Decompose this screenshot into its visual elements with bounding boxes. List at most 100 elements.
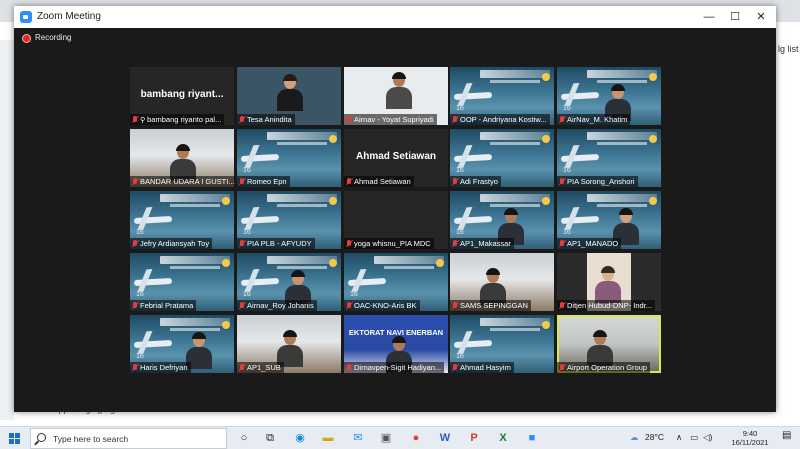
participant-tile[interactable]: 16 Haris Defriyan [130,315,234,373]
participant-video [277,74,303,111]
zoom-app-icon [20,11,32,23]
maximize-button[interactable]: ☐ [722,6,748,28]
clock-date: 16/11/2021 [731,438,769,447]
participant-video [480,268,506,305]
muted-mic-icon [132,302,138,309]
participant-tile[interactable]: 16 Febrial Pratama [130,253,234,311]
weather-temperature[interactable]: 28°C [645,432,664,442]
participant-name-label: Adi Frastyo [450,176,501,187]
weather-icon: ☁ [630,432,639,442]
participant-tile[interactable]: AP1_SUB [237,315,341,373]
participant-tile[interactable]: 16 Ahmad Hasyim [450,315,554,373]
participant-tile[interactable]: yoga whisnu_PIA MDC [344,191,448,249]
participant-name: PIA Sorong_Anshori [567,177,635,186]
taskbar-search-box[interactable]: Type here to search [30,428,227,449]
cortana-icon[interactable]: ○ [236,430,252,446]
muted-mic-icon [452,364,458,371]
participant-name: AP1_SUB [247,363,281,372]
participant-name: AirNav_M. Khatim [567,115,628,124]
participant-name: Haris Defriyan [140,363,188,372]
participant-tile[interactable]: Airnav - Yoyat Supriyadi [344,67,448,125]
store-icon[interactable]: ▣ [378,430,394,446]
muted-mic-icon [452,240,458,247]
participant-tile[interactable]: 16 Romeo Epn [237,129,341,187]
background-text: lg list [778,44,799,54]
participant-name-label: Febrial Pratama [130,300,197,311]
participant-name: OOP - Andriyana Kostiw... [460,115,547,124]
participant-name: Airnav - Yoyat Supriyadi [354,115,434,124]
participant-tile[interactable]: EKTORAT NAVI ENERBAN Dirnavpen-Sigit Hadi… [344,315,448,373]
minimize-button[interactable]: — [696,6,722,28]
participant-name: Tesa Anindita [247,115,292,124]
participant-video [170,144,196,181]
participant-name-label: yoga whisnu_PIA MDC [344,238,434,249]
participant-tile[interactable]: 16 OOP - Andriyana Kostiw... [450,67,554,125]
zoom-meeting-window: Zoom Meeting — ☐ ✕ Recording bambang riy… [14,6,776,412]
participant-name: Romeo Epn [247,177,287,186]
edge-browser-icon[interactable]: ◉ [292,430,308,446]
muted-mic-icon [346,178,352,185]
close-button[interactable]: ✕ [748,6,774,28]
muted-mic-icon [239,240,245,247]
network-icon[interactable]: ▭ [690,432,698,443]
participant-video [386,72,412,109]
muted-mic-icon [452,178,458,185]
muted-mic-icon [239,302,245,309]
chrome-icon[interactable]: ● [408,430,424,446]
muted-mic-icon [346,302,352,309]
muted-mic-icon [132,240,138,247]
participant-name-label: OAC-KNO-Aris BK [344,300,420,311]
notifications-icon[interactable]: ▤ [782,430,791,441]
zoom-taskbar-icon[interactable]: ■ [524,430,540,446]
participant-tile[interactable]: 16 OAC-KNO-Aris BK [344,253,448,311]
muted-mic-icon [346,116,352,123]
muted-mic-icon [239,178,245,185]
muted-mic-icon [559,178,565,185]
participant-tile[interactable]: bambang riyant... ⚲ bambang riyanto pal... [130,67,234,125]
participant-name-label: PIA Sorong_Anshori [557,176,638,187]
participant-name-label: AP1_SUB [237,362,284,373]
participant-name: SAMS SEPINGGAN [460,301,528,310]
participant-name: Airnav_Roy Johanis [247,301,314,310]
file-explorer-icon[interactable]: ▬ [320,430,336,446]
muted-mic-icon [239,116,245,123]
participant-name: Ahmad Hasyim [460,363,511,372]
powerpoint-icon[interactable]: P [466,430,482,446]
participant-tile[interactable]: 16 PIA Sorong_Anshori [557,129,661,187]
participant-name: bambang riyanto pal... [147,115,222,124]
participant-tile[interactable]: Ditjen Hubud-DNP- Indr... [557,253,661,311]
word-icon[interactable]: W [437,430,453,446]
participant-tile[interactable]: Tesa Anindita [237,67,341,125]
participant-name-label: Dirnavpen-Sigit Hadiyan... [344,362,445,373]
participant-tile[interactable]: Ahmad Setiawan Ahmad Setiawan [344,129,448,187]
participant-tile[interactable]: 16 AirNav_M. Khatim [557,67,661,125]
participant-tile[interactable]: 16 AP1_MANADO [557,191,661,249]
participant-tile[interactable]: 16 AP1_Makassar [450,191,554,249]
participant-name-label: AirNav_M. Khatim [557,114,631,125]
muted-mic-icon [559,364,565,371]
participant-tile[interactable]: 16 Jefry Ardiansyah Toy [130,191,234,249]
muted-mic-icon [452,116,458,123]
taskbar-clock[interactable]: 9:40 16/11/2021 [728,429,772,447]
participant-name: PIA PLB - AFYUDY [247,239,312,248]
participant-video [587,330,613,367]
participant-display-name: bambang riyant... [140,89,224,100]
participant-tile[interactable]: 16 Adi Frastyo [450,129,554,187]
participant-name-label: OOP - Andriyana Kostiw... [450,114,550,125]
participant-name: AP1_MANADO [567,239,619,248]
browser-sidebar [0,40,14,420]
mail-icon[interactable]: ✉ [350,430,366,446]
participant-name: OAC-KNO-Aris BK [354,301,417,310]
participant-tile[interactable]: Airport Operation Group [557,315,661,373]
participant-tile[interactable]: BANDAR UDARA I GUSTI... [130,129,234,187]
show-hidden-icons-icon[interactable]: ∧ [676,432,682,443]
participant-tile[interactable]: 16 PIA PLB - AFYUDY [237,191,341,249]
recording-icon [22,34,31,43]
volume-icon[interactable]: ◁) [703,432,712,443]
task-view-icon[interactable]: ⧉ [262,430,278,446]
participant-tile[interactable]: SAMS SEPINGGAN [450,253,554,311]
participant-tile[interactable]: 16 Airnav_Roy Johanis [237,253,341,311]
excel-icon[interactable]: X [495,430,511,446]
windows-start-icon[interactable] [9,433,20,444]
muted-mic-icon [132,178,138,185]
